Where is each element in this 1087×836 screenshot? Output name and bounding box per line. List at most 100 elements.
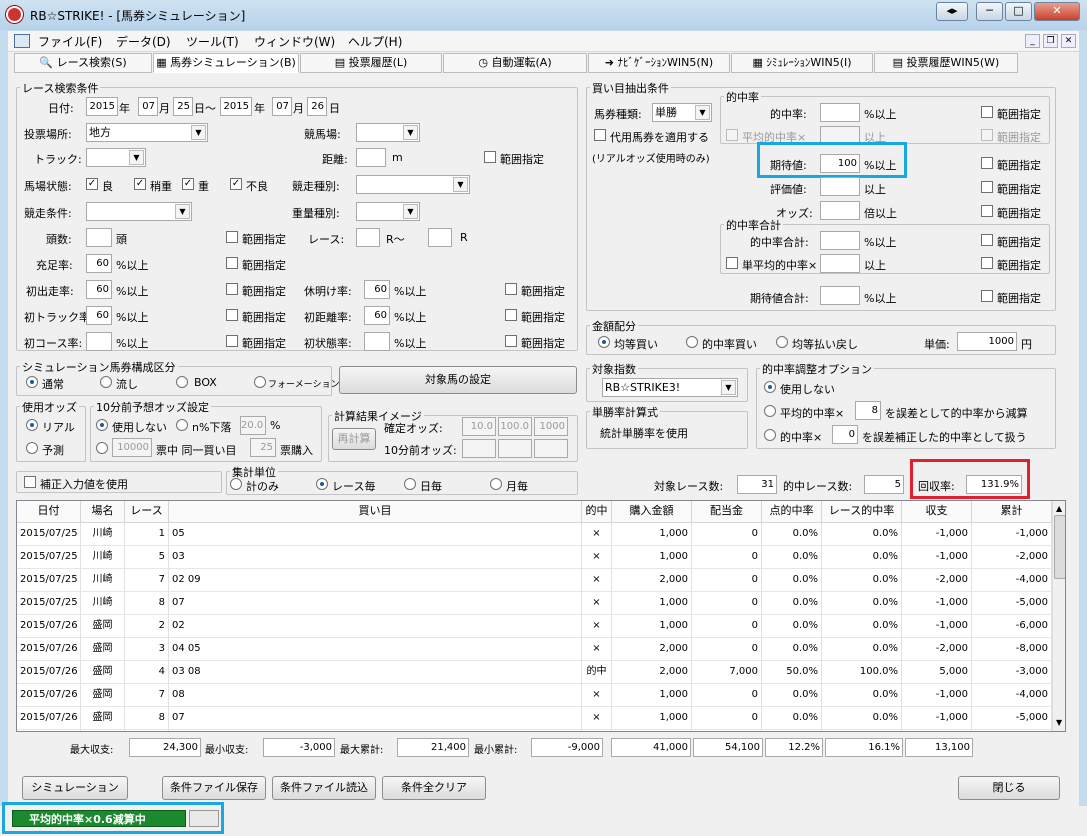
tab-auto-run[interactable]: ◷ 自動運転(A) — [443, 53, 587, 73]
column-header[interactable]: 買い目 — [169, 501, 582, 523]
scroll-up-icon[interactable]: ▲ — [1056, 504, 1062, 513]
substitute-checkbox[interactable] — [594, 129, 606, 141]
mdi-minimize-icon[interactable]: _ — [1025, 34, 1040, 48]
first-run-input[interactable]: 60 — [86, 280, 112, 299]
pre10-yen-radio[interactable] — [96, 442, 108, 454]
close-button[interactable]: 閉じる — [958, 776, 1060, 800]
tab-race-search[interactable]: 🔍 レース検索(S) — [14, 53, 152, 73]
fill-range-checkbox[interactable] — [226, 257, 238, 269]
distance-range-checkbox[interactable] — [484, 151, 496, 163]
adjust-unused-radio[interactable] — [764, 381, 776, 393]
baba-bad-checkbox[interactable]: ✓ — [230, 178, 242, 190]
hit-rate-input[interactable] — [820, 103, 860, 122]
fill-rate-input[interactable]: 60 — [86, 254, 112, 273]
date-to-year[interactable]: 2015 — [220, 97, 252, 116]
tab-vote-history[interactable]: ▤ 投票履歴(L) — [300, 53, 442, 73]
single-avg-range-checkbox[interactable] — [981, 257, 993, 269]
single-avg-checkbox[interactable] — [726, 257, 738, 269]
minimize-button[interactable]: ─ — [976, 2, 1003, 21]
first-course-input[interactable] — [86, 332, 112, 351]
first-track-input[interactable]: 60 — [86, 306, 112, 325]
rest-rate-input[interactable]: 60 — [364, 280, 390, 299]
table-row[interactable]: 2015/07/26 盛岡 7 08 × 1,000 0 0.0% 0.0% -1,000 -4,0… — [17, 684, 1052, 707]
tab-simulation-win5[interactable]: ▦ ｼﾐｭﾚｰｼｮﾝWIN5(I) — [731, 53, 873, 73]
amount-equal-radio[interactable] — [598, 336, 610, 348]
correction-checkbox[interactable] — [24, 476, 36, 488]
pre10-drop-input[interactable]: 20.0 — [240, 416, 266, 435]
column-header[interactable]: 点的中率 — [762, 501, 822, 523]
amount-hit-radio[interactable] — [686, 336, 698, 348]
column-header[interactable]: 場名 — [81, 501, 125, 523]
results-table[interactable]: 日付 場名 レース 買い目 的中 購入金額 配当金 点的中率 レース的中率 収支 累計 2015/0… — [16, 500, 1066, 732]
pre10-count-input[interactable]: 25 — [250, 438, 276, 457]
single-avg-input[interactable] — [820, 254, 860, 273]
distance-input[interactable] — [356, 148, 386, 167]
mdi-close-icon[interactable]: ✕ — [1061, 34, 1076, 48]
race-to-input[interactable] — [428, 228, 452, 247]
date-to-month[interactable]: 07 — [272, 97, 292, 116]
heads-input[interactable] — [86, 228, 112, 247]
evaluation-input[interactable] — [820, 177, 860, 196]
rest-range-checkbox[interactable] — [505, 283, 517, 295]
column-header[interactable]: 累計 — [972, 501, 1052, 523]
column-header[interactable]: レース的中率 — [822, 501, 902, 523]
evaluation-range-checkbox[interactable] — [981, 181, 993, 193]
menu-help[interactable]: ヘルプ(H) — [348, 33, 402, 50]
composition-box-radio[interactable] — [176, 376, 188, 388]
pre10-drop-radio[interactable] — [176, 419, 188, 431]
column-header[interactable]: レース — [125, 501, 169, 523]
first-state-input[interactable] — [364, 332, 390, 351]
heads-range-checkbox[interactable] — [226, 231, 238, 243]
table-row[interactable]: 2015/07/25 川崎 8 07 × 1,000 0 0.0% 0.0% -1,000 -5,0… — [17, 592, 1052, 615]
load-conditions-button[interactable]: 条件ファイル読込 — [272, 776, 376, 800]
bet-type-select[interactable]: 単勝 ▼ — [652, 103, 712, 122]
tab-navigation-win5[interactable]: ➜ ﾅﾋﾞｹﾞｰｼｮﾝWIN5(N) — [588, 53, 730, 73]
composition-normal-radio[interactable] — [26, 376, 38, 388]
target-horse-button[interactable]: 対象馬の設定 — [339, 366, 577, 394]
document-icon[interactable] — [14, 34, 30, 48]
adjust-avg-input[interactable]: 8 — [855, 401, 881, 420]
composition-nagashi-radio[interactable] — [100, 376, 112, 388]
menu-tools[interactable]: ツール(T) — [186, 33, 239, 50]
tab-vote-history-win5[interactable]: ▤ 投票履歴WIN5(W) — [874, 53, 1018, 73]
hit-sum-range-checkbox[interactable] — [981, 234, 993, 246]
mdi-restore-icon[interactable]: ❐ — [1043, 34, 1058, 48]
restore-arrows-button[interactable]: ◂▸ — [936, 2, 968, 21]
column-header[interactable]: 日付 — [17, 501, 81, 523]
first-distance-input[interactable]: 60 — [364, 306, 390, 325]
first-state-range-checkbox[interactable] — [505, 335, 517, 347]
race-cond-select[interactable]: ▼ — [86, 202, 192, 221]
column-header[interactable]: 配当金 — [692, 501, 762, 523]
composition-formation-radio[interactable] — [254, 376, 266, 388]
odds-real-radio[interactable] — [26, 419, 38, 431]
course-select[interactable]: ▼ — [356, 123, 420, 142]
baba-yayaomo-checkbox[interactable]: ✓ — [134, 178, 146, 190]
menu-data[interactable]: データ(D) — [116, 33, 171, 50]
date-from-day[interactable]: 25 — [173, 97, 193, 116]
date-from-month[interactable]: 07 — [138, 97, 158, 116]
recalc-button[interactable]: 再計算 — [332, 428, 376, 450]
menu-window[interactable]: ウィンドウ(W) — [254, 33, 335, 50]
first-run-range-checkbox[interactable] — [226, 283, 238, 295]
amount-refund-radio[interactable] — [776, 336, 788, 348]
adjust-hit-radio[interactable] — [764, 429, 776, 441]
menu-file[interactable]: ファイル(F) — [38, 33, 102, 50]
expected-sum-input[interactable] — [820, 286, 860, 305]
expected-range-checkbox[interactable] — [981, 157, 993, 169]
odds-filter-input[interactable] — [820, 201, 860, 220]
column-header[interactable]: 的中 — [582, 501, 612, 523]
race-from-input[interactable] — [356, 228, 380, 247]
date-from-year[interactable]: 2015 — [86, 97, 118, 116]
weight-kind-select[interactable]: ▼ — [356, 202, 420, 221]
unit-price-input[interactable]: 1000 — [957, 332, 1017, 351]
clear-conditions-button[interactable]: 条件全クリア — [382, 776, 486, 800]
hit-rate-range-checkbox[interactable] — [981, 106, 993, 118]
save-conditions-button[interactable]: 条件ファイル保存 — [162, 776, 266, 800]
table-row[interactable]: 2015/07/26 盛岡 4 03 08 的中 2,000 7,000 50.0% 100.0… — [17, 661, 1052, 684]
unit-day-radio[interactable] — [404, 478, 416, 490]
race-kind-select[interactable]: ▼ — [356, 175, 470, 194]
column-header[interactable]: 収支 — [902, 501, 972, 523]
unit-total-radio[interactable] — [230, 478, 242, 490]
odds-range-checkbox[interactable] — [981, 205, 993, 217]
column-header[interactable]: 購入金額 — [612, 501, 692, 523]
